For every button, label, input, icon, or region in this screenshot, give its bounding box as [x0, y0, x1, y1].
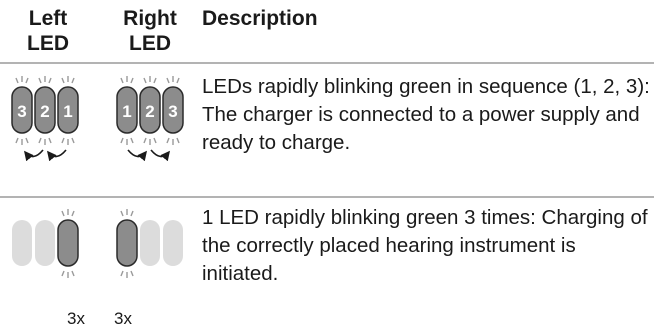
header-left-led: Left LED	[8, 6, 88, 56]
right-led-number: 1	[122, 102, 131, 121]
row-2-description-line1: 1 LED rapidly blinking green 3 times: Ch…	[202, 206, 648, 285]
right-led-number: 2	[145, 102, 154, 121]
led-sequence-graphic: 3 2 1 1 2 3	[11, 76, 184, 162]
header-description: Description	[202, 7, 318, 30]
row-2-led-illustration	[0, 198, 200, 330]
right-led-group: 1 2 3	[116, 76, 184, 162]
left-led-group	[12, 209, 79, 278]
left-led-inactive	[12, 220, 32, 266]
right-led-inactive	[163, 220, 183, 266]
left-led-number: 3	[17, 102, 26, 121]
row-1-led-illustration: 3 2 1 1 2 3	[0, 64, 200, 196]
left-led-inactive	[35, 220, 55, 266]
sequence-arrow-icon	[150, 149, 171, 162]
header-right-led-line1: Right	[123, 7, 177, 30]
sequence-arrow-icon	[23, 149, 44, 162]
left-led-active	[57, 219, 79, 267]
right-led-group	[116, 209, 183, 278]
right-blink-count: 3x	[114, 309, 132, 328]
right-led-active	[116, 219, 138, 267]
header-right-led-line2: LED	[129, 32, 171, 55]
header-left-led-line1: Left	[28, 7, 68, 30]
sequence-arrow-icon	[127, 149, 148, 162]
right-led-inactive	[140, 220, 160, 266]
row-1-description: LEDs rapidly blinking green in sequence …	[202, 73, 652, 157]
left-led-number: 1	[63, 102, 72, 121]
header-left-led-line2: LED	[27, 32, 69, 55]
left-led-group: 3 2 1	[11, 76, 79, 162]
header-right-led: Right LED	[110, 6, 190, 56]
row-1-description-line2: The charger is connected to a power supp…	[202, 103, 640, 154]
right-led-number: 3	[168, 102, 177, 121]
sequence-arrow-icon	[46, 149, 67, 162]
row-1-description-line1: LEDs rapidly blinking green in sequence …	[202, 75, 650, 98]
led-single-blink-graphic	[12, 209, 183, 278]
left-blink-count: 3x	[67, 309, 85, 328]
row-2-description: 1 LED rapidly blinking green 3 times: Ch…	[202, 204, 652, 288]
left-led-number: 2	[40, 102, 49, 121]
